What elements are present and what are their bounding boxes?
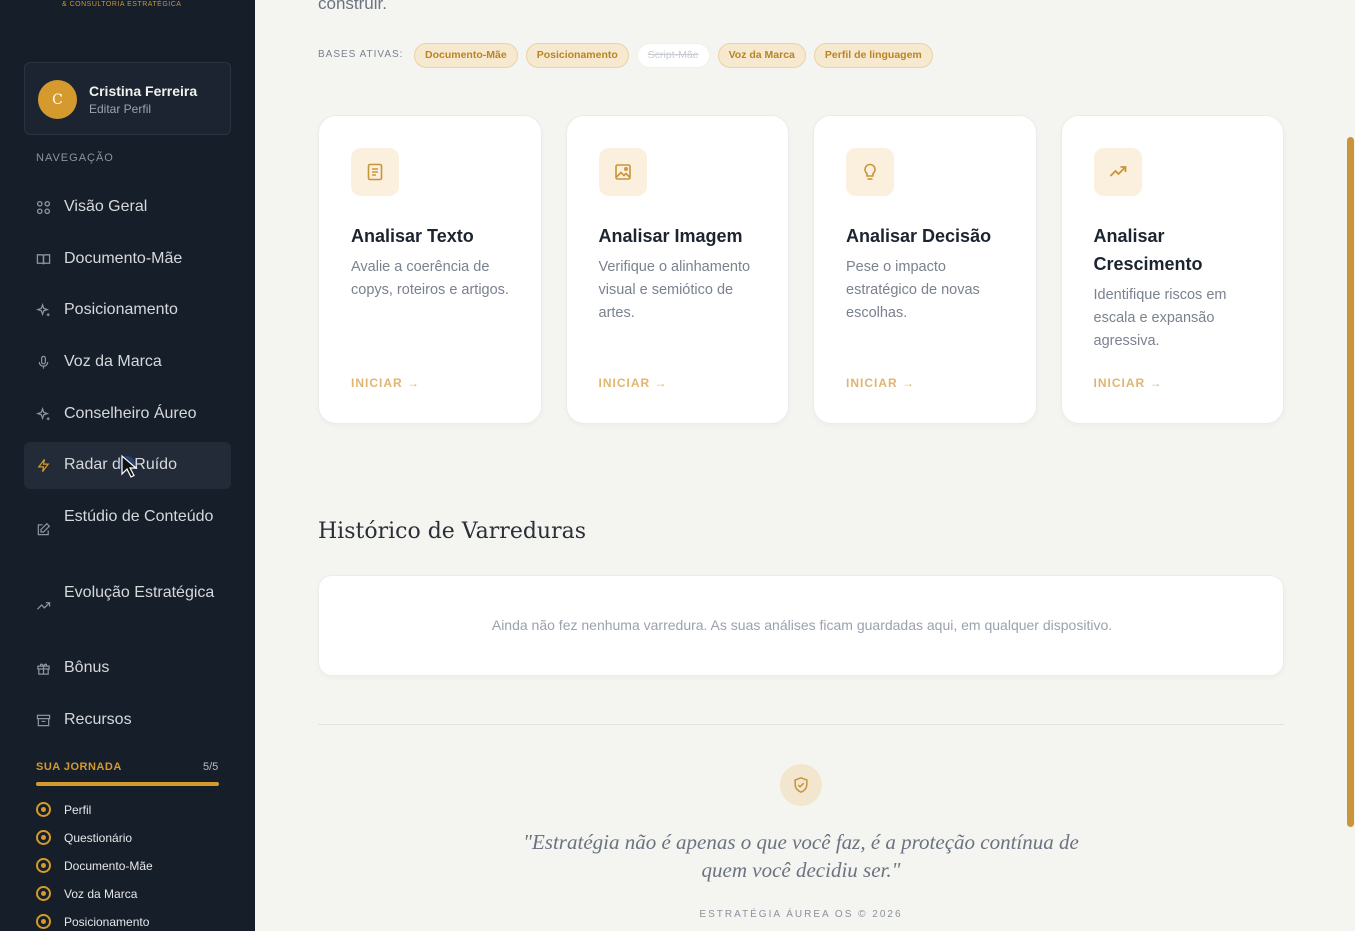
card-title: Analisar Texto [351, 226, 474, 246]
profile-name: Cristina Ferreira [89, 83, 198, 99]
card-title: Analisar Decisão [846, 226, 992, 246]
analysis-cards: Analisar Texto Avalie a coerência de cop… [318, 115, 1284, 424]
journey-step-label: Perfil [64, 803, 92, 817]
journey-title: SUA JORNADA [36, 761, 122, 773]
history-panel: Ainda não fez nenhuma varredura. As suas… [318, 575, 1284, 676]
bolt-icon [37, 459, 50, 472]
sidebar-item-bonus[interactable]: Bônus [24, 654, 231, 682]
card-title: Analisar Imagem [598, 226, 743, 246]
bases-label: BASES ATIVAS: [318, 49, 404, 60]
journey-progress-bar [36, 782, 219, 786]
lightbulb-icon [846, 148, 894, 196]
intro-text: construir. [318, 0, 387, 13]
card-description: Identifique riscos em escala e expansão … [1093, 287, 1227, 349]
card-analisar-texto[interactable]: Analisar Texto Avalie a coerência de cop… [318, 115, 542, 424]
card-analisar-crescimento[interactable]: Analisar Crescimento Identifique riscos … [1060, 115, 1284, 424]
journey-progress-fill [36, 782, 219, 786]
check-circle-icon [36, 802, 51, 817]
trend-icon [36, 602, 51, 610]
journey-step-label: Questionário [64, 831, 133, 845]
card-description: Pese o impacto estratégico de novas esco… [846, 259, 980, 321]
card-analisar-imagem[interactable]: Analisar Imagem Verifique o alinhamento … [565, 115, 789, 424]
sidebar-item-label: Voz da Marca [64, 353, 162, 370]
image-icon [598, 148, 647, 196]
sidebar-item-label: Documento-Mãe [64, 250, 183, 267]
edit-profile-link[interactable]: Editar Perfil [89, 102, 151, 116]
scrollbar-thumb[interactable] [1347, 137, 1354, 827]
sidebar-item-label: Conselheiro Áureo [64, 405, 197, 422]
sidebar-item-visao-geral[interactable]: Visão Geral [24, 193, 231, 221]
sidebar: & CONSULTORIA ESTRATÉGICA C Cristina Fer… [0, 0, 255, 931]
sidebar-item-label: Bônus [64, 659, 110, 676]
sidebar-item-label: Radar de Ruído [64, 456, 177, 473]
active-bases: Documento-Mãe Posicionamento Script-Mãe … [414, 43, 933, 68]
check-circle-icon [36, 886, 51, 901]
brand-subtitle: & CONSULTORIA ESTRATÉGICA [62, 1, 182, 8]
journey-step-label: Documento-Mãe [64, 859, 153, 873]
edit-icon [37, 522, 51, 536]
history-title: Histórico de Varreduras [318, 519, 587, 544]
sidebar-item-documento-mae[interactable]: Documento-Mãe [24, 245, 231, 273]
shield-check-icon [780, 764, 822, 806]
sidebar-item-label: Posicionamento [64, 301, 178, 318]
check-circle-icon [36, 914, 51, 929]
sidebar-item-posicionamento[interactable]: Posicionamento [24, 296, 231, 324]
grid-icon [36, 200, 51, 215]
gift-icon [37, 663, 50, 675]
avatar: C [38, 80, 77, 119]
journey-step-label: Posicionamento [64, 915, 150, 929]
card-analisar-decisao[interactable]: Analisar Decisão Pese o impacto estratég… [813, 115, 1037, 424]
trending-up-icon [1093, 148, 1142, 196]
divider [318, 724, 1284, 725]
base-chip-script-mae[interactable]: Script-Mãe [636, 43, 710, 68]
card-title: Analisar Crescimento [1093, 226, 1203, 274]
sidebar-item-label: Recursos [64, 711, 132, 728]
start-button[interactable]: INICIAR → [599, 376, 668, 390]
nav-heading: NAVEGAÇÃO [36, 152, 114, 164]
book-icon [36, 254, 51, 265]
journey-count: 5/5 [203, 761, 219, 773]
main-content: construir. BASES ATIVAS: Documento-Mãe P… [255, 0, 1355, 931]
start-button[interactable]: INICIAR → [351, 376, 420, 390]
card-description: Verifique o alinhamento visual e semióti… [598, 259, 751, 321]
sidebar-item-label: Estúdio de Conteúdo [64, 508, 214, 525]
footer-copyright: ESTRATÉGIA ÁUREA OS © 2026 [699, 909, 903, 920]
profile-card[interactable]: C Cristina Ferreira Editar Perfil [24, 62, 231, 135]
journey-step-label: Voz da Marca [64, 887, 138, 901]
sidebar-item-voz-da-marca[interactable]: Voz da Marca [24, 348, 231, 376]
sidebar-item-evolucao-estrategica[interactable]: Evolução Estratégica [24, 581, 231, 631]
start-button[interactable]: INICIAR → [1094, 376, 1163, 390]
quote: "Estratégia não é apenas o que você faz,… [523, 830, 1079, 882]
start-button[interactable]: INICIAR → [846, 376, 915, 390]
check-circle-icon [36, 830, 51, 845]
archive-icon [36, 714, 51, 727]
base-chip-perfil-de-linguagem[interactable]: Perfil de linguagem [813, 43, 933, 68]
mouse-cursor-icon [119, 454, 138, 478]
sidebar-item-label: Visão Geral [64, 198, 148, 215]
card-description: Avalie a coerência de copys, roteiros e … [351, 259, 509, 298]
sidebar-item-label: Evolução Estratégica [64, 584, 215, 601]
scrollbar[interactable] [1346, 0, 1355, 931]
base-chip-posicionamento[interactable]: Posicionamento [525, 43, 629, 68]
history-empty-message: Ainda não fez nenhuma varredura. As suas… [491, 617, 1113, 633]
check-circle-icon [36, 858, 51, 873]
base-chip-voz-da-marca[interactable]: Voz da Marca [717, 43, 806, 68]
mic-icon [38, 355, 49, 369]
sidebar-item-estudio-de-conteudo[interactable]: Estúdio de Conteúdo [24, 505, 231, 555]
sparkle-icon [36, 407, 50, 421]
sparkle-icon [36, 303, 50, 317]
sidebar-item-conselheiro-aureo[interactable]: Conselheiro Áureo [24, 400, 231, 428]
document-icon [351, 148, 399, 196]
sidebar-item-recursos[interactable]: Recursos [24, 706, 231, 734]
base-chip-documento-mae[interactable]: Documento-Mãe [414, 43, 518, 68]
